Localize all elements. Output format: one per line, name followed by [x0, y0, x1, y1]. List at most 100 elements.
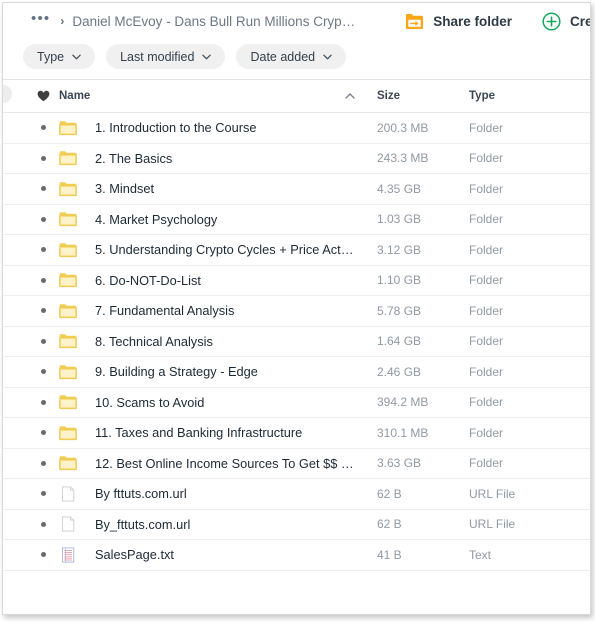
- favorite-dot-icon[interactable]: [41, 491, 46, 497]
- row-favorite-cell[interactable]: [3, 417, 55, 449]
- row-favorite-cell[interactable]: [3, 509, 55, 540]
- favorite-dot-icon[interactable]: [41, 308, 46, 314]
- table-row[interactable]: 2. The Basics 243.3 MB Folder: [3, 143, 590, 174]
- breadcrumb-current-folder[interactable]: Daniel McEvoy - Dans Bull Run Millions C…: [72, 14, 355, 29]
- favorite-dot-icon[interactable]: [41, 216, 46, 222]
- row-size-cell: 2.46 GB: [373, 356, 465, 388]
- chevron-down-icon: [72, 54, 81, 59]
- folder-icon: [59, 212, 77, 227]
- row-type-cell: Folder: [465, 417, 590, 449]
- table-row[interactable]: 1. Introduction to the Course 200.3 MB Fol…: [3, 112, 590, 144]
- row-favorite-cell[interactable]: [3, 539, 55, 571]
- table-row[interactable]: 6. Do-NOT-Do-List 1.10 GB Folder: [3, 265, 590, 296]
- row-type-cell: Folder: [465, 295, 590, 327]
- table-row[interactable]: 3. Mindset 4.35 GB Folder: [3, 173, 590, 205]
- table-header-row: Name Size Type: [3, 80, 590, 113]
- favorite-dot-icon[interactable]: [41, 521, 46, 527]
- row-name-cell[interactable]: 12. Best Online Income Sources To Get $$…: [55, 448, 373, 479]
- row-name-label: 8. Technical Analysis: [95, 333, 213, 349]
- column-header-size[interactable]: Size: [373, 80, 465, 113]
- row-favorite-cell[interactable]: [3, 204, 55, 235]
- create-folder-button[interactable]: Create fo: [542, 11, 590, 31]
- row-favorite-cell[interactable]: [3, 448, 55, 479]
- folder-icon: [59, 426, 77, 440]
- row-favorite-cell[interactable]: [3, 478, 55, 510]
- favorite-dot-icon[interactable]: [41, 155, 46, 161]
- row-name-cell[interactable]: By fttuts.com.url: [55, 478, 373, 510]
- share-folder-button[interactable]: Share folder: [405, 13, 512, 30]
- row-size-cell: 4.35 GB: [373, 173, 465, 205]
- row-name-cell[interactable]: By_fttuts.com.url: [55, 509, 373, 540]
- row-name-cell[interactable]: 8. Technical Analysis: [55, 326, 373, 357]
- filter-date-added-button[interactable]: Date added: [236, 44, 347, 69]
- favorite-dot-icon[interactable]: [41, 247, 46, 253]
- row-name-cell[interactable]: 7. Fundamental Analysis: [55, 295, 373, 327]
- table-row[interactable]: 10. Scams to Avoid 394.2 MB Folder: [3, 387, 590, 418]
- favorite-dot-icon[interactable]: [41, 460, 46, 466]
- row-favorite-cell[interactable]: [3, 173, 55, 205]
- table-row[interactable]: 7. Fundamental Analysis 5.78 GB Folder: [3, 295, 590, 327]
- folder-icon: [59, 182, 77, 196]
- table-row[interactable]: By fttuts.com.url 62 B URL File: [3, 478, 590, 510]
- row-name-label: 5. Understanding Crypto Cycles + Price A…: [95, 242, 354, 258]
- row-favorite-cell[interactable]: [3, 356, 55, 388]
- row-favorite-cell[interactable]: [3, 143, 55, 174]
- row-favorite-cell[interactable]: [3, 387, 55, 418]
- row-name-cell[interactable]: 3. Mindset: [55, 173, 373, 205]
- filter-last-modified-button[interactable]: Last modified: [106, 44, 226, 69]
- row-name-cell[interactable]: 2. The Basics: [55, 143, 373, 174]
- row-name-cell[interactable]: 10. Scams to Avoid: [55, 387, 373, 418]
- favorite-dot-icon[interactable]: [41, 125, 46, 131]
- favorite-dot-icon[interactable]: [41, 430, 46, 436]
- row-name-cell[interactable]: 6. Do-NOT-Do-List: [55, 265, 373, 296]
- row-name-cell[interactable]: 9. Building a Strategy - Edge: [55, 356, 373, 388]
- share-folder-label: Share folder: [433, 13, 512, 29]
- row-type-cell: Folder: [465, 112, 590, 144]
- table-row[interactable]: 4. Market Psychology 1.03 GB Folder: [3, 204, 590, 235]
- row-favorite-cell[interactable]: [3, 234, 55, 266]
- folder-icon: [59, 334, 77, 349]
- row-name-cell[interactable]: 11. Taxes and Banking Infrastructure: [55, 417, 373, 449]
- column-header-name[interactable]: Name: [55, 80, 373, 113]
- row-favorite-cell[interactable]: [3, 112, 55, 144]
- row-name-label: 7. Fundamental Analysis: [95, 303, 235, 319]
- filter-last-modified-label: Last modified: [120, 49, 195, 64]
- heart-icon: [37, 90, 50, 102]
- row-size-cell: 62 B: [373, 509, 465, 540]
- row-name-label: 9. Building a Strategy - Edge: [95, 364, 258, 380]
- row-name-cell[interactable]: 5. Understanding Crypto Cycles + Price A…: [55, 234, 373, 266]
- row-favorite-cell[interactable]: [3, 326, 55, 357]
- folder-icon: [59, 365, 77, 379]
- table-body: 1. Introduction to the Course 200.3 MB Fol…: [3, 112, 590, 571]
- row-name-cell[interactable]: 4. Market Psychology: [55, 204, 373, 235]
- favorite-dot-icon[interactable]: [41, 369, 46, 375]
- column-header-type[interactable]: Type: [465, 80, 590, 113]
- table-row[interactable]: 5. Understanding Crypto Cycles + Price A…: [3, 234, 590, 266]
- row-name-cell[interactable]: SalesPage.txt: [55, 539, 373, 571]
- column-header-name-label: Name: [59, 90, 91, 102]
- row-type-cell: Folder: [465, 143, 590, 174]
- table-row[interactable]: 12. Best Online Income Sources To Get $$…: [3, 448, 590, 479]
- favorite-dot-icon[interactable]: [41, 338, 46, 344]
- row-name-cell[interactable]: 1. Introduction to the Course: [55, 112, 373, 144]
- favorite-dot-icon[interactable]: [41, 399, 46, 405]
- folder-icon: [59, 121, 77, 135]
- row-name-label: 12. Best Online Income Sources To Get $$…: [95, 455, 354, 471]
- table-row[interactable]: 9. Building a Strategy - Edge 2.46 GB Fold…: [3, 356, 590, 388]
- table-row[interactable]: 8. Technical Analysis 1.64 GB Folder: [3, 326, 590, 357]
- row-favorite-cell[interactable]: [3, 265, 55, 296]
- table-row[interactable]: SalesPage.txt 41 B Text: [3, 539, 590, 571]
- favorite-dot-icon[interactable]: [41, 186, 46, 192]
- chevron-down-icon: [323, 54, 332, 59]
- favorite-dot-icon[interactable]: [41, 552, 46, 558]
- row-size-cell: 1.03 GB: [373, 204, 465, 235]
- row-type-cell: Folder: [465, 448, 590, 479]
- table-row[interactable]: 11. Taxes and Banking Infrastructure 310.…: [3, 417, 590, 449]
- row-type-cell: URL File: [465, 478, 590, 510]
- table-row[interactable]: By_fttuts.com.url 62 B URL File: [3, 509, 590, 540]
- breadcrumb-overflow-button[interactable]: •••: [31, 11, 50, 31]
- filter-type-button[interactable]: Type: [23, 44, 96, 69]
- row-favorite-cell[interactable]: [3, 295, 55, 327]
- favorite-dot-icon[interactable]: [41, 277, 46, 283]
- row-size-cell: 41 B: [373, 539, 465, 571]
